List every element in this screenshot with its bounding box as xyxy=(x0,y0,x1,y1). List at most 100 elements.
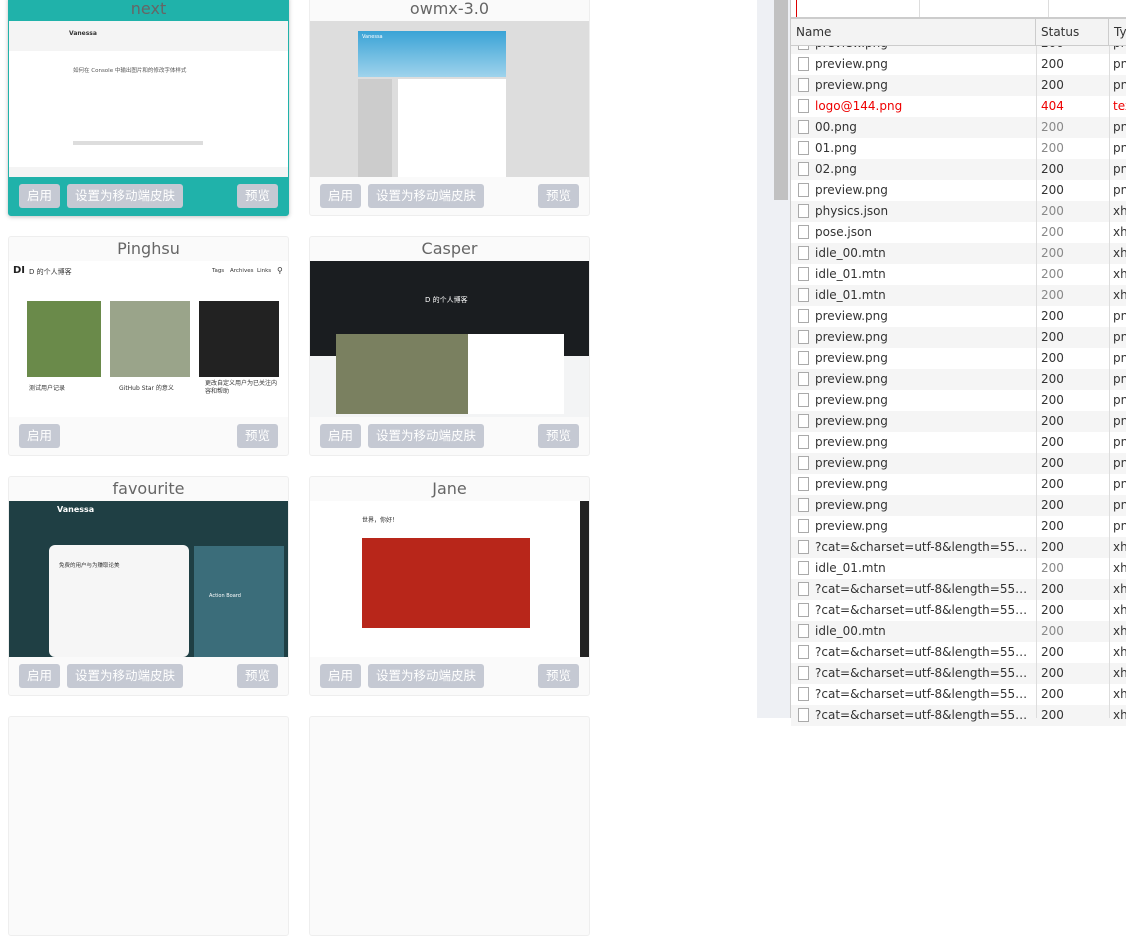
page-scrollbar-thumb[interactable] xyxy=(774,0,788,200)
theme-preview-image[interactable]: Vanessa 如何在 Console 中输出图片和的修改字体样式 xyxy=(9,21,288,177)
column-status[interactable]: Status xyxy=(1036,19,1109,45)
request-row[interactable]: ?cat=&charset=utf-8&length=55&enc... 200… xyxy=(791,537,1126,558)
request-status: 200 xyxy=(1041,141,1064,155)
request-row[interactable]: preview.png 200 png xyxy=(791,327,1126,348)
theme-preview-image[interactable]: Vanessa 免费的用户与为赚取论美 Action Board xyxy=(9,501,288,657)
theme-card xyxy=(8,716,289,936)
request-type: png xyxy=(1113,78,1126,92)
request-row[interactable]: 02.png 200 png xyxy=(791,159,1126,180)
request-status: 200 xyxy=(1041,330,1064,344)
enable-button[interactable]: 启用 xyxy=(320,424,362,448)
enable-button[interactable]: 启用 xyxy=(320,664,362,688)
request-row[interactable]: ?cat=&charset=utf-8&length=55&enc... 200… xyxy=(791,579,1126,600)
enable-button[interactable]: 启用 xyxy=(19,664,61,688)
request-row[interactable]: logo@144.png 404 text xyxy=(791,96,1126,117)
preview-button[interactable]: 预览 xyxy=(537,184,579,208)
request-row[interactable]: preview.png 200 png xyxy=(791,54,1126,75)
request-name: preview.png xyxy=(815,477,888,491)
preview-button[interactable]: 预览 xyxy=(236,184,278,208)
request-name: pose.json xyxy=(815,225,872,239)
request-row[interactable]: preview.png 200 png xyxy=(791,432,1126,453)
request-status: 200 xyxy=(1041,393,1064,407)
preview-button[interactable]: 预览 xyxy=(236,424,278,448)
file-icon xyxy=(798,540,809,554)
theme-preview-image[interactable]: D 的个人博客 xyxy=(310,261,589,417)
request-status: 200 xyxy=(1041,267,1064,281)
request-row[interactable]: preview.png 200 png xyxy=(791,411,1126,432)
request-row[interactable]: idle_01.mtn 200 xhr xyxy=(791,285,1126,306)
enable-button[interactable]: 启用 xyxy=(19,184,61,208)
request-status: 200 xyxy=(1041,162,1064,176)
request-row[interactable]: preview.png 200 png xyxy=(791,75,1126,96)
request-name: preview.png xyxy=(815,57,888,71)
request-type: png xyxy=(1113,414,1126,428)
request-row[interactable]: physics.json 200 xhr xyxy=(791,201,1126,222)
column-type[interactable]: Type xyxy=(1109,19,1126,45)
theme-preview-image[interactable]: Vanessa xyxy=(310,21,589,177)
file-icon xyxy=(798,477,809,491)
preview-blog-name: Vanessa xyxy=(362,34,383,40)
request-row[interactable]: ?cat=&charset=utf-8&length=55&enc... 200… xyxy=(791,600,1126,621)
request-row[interactable]: preview.png 200 png xyxy=(791,180,1126,201)
request-row[interactable]: preview.png 200 png xyxy=(791,495,1126,516)
request-row[interactable]: idle_01.mtn 200 xhr xyxy=(791,558,1126,579)
request-type: png xyxy=(1113,120,1126,134)
request-row[interactable]: pose.json 200 xhr xyxy=(791,222,1126,243)
request-name: idle_00.mtn xyxy=(815,246,886,260)
theme-card-owmx-3.0: owmx-3.0 Vanessa 启用 设置为移动端皮肤 预览 xyxy=(309,0,590,216)
request-name: 01.png xyxy=(815,141,857,155)
set-mobile-skin-button[interactable]: 设置为移动端皮肤 xyxy=(368,184,485,208)
request-row[interactable]: preview.png 200 png xyxy=(791,369,1126,390)
set-mobile-skin-button[interactable]: 设置为移动端皮肤 xyxy=(368,424,485,448)
theme-card-Jane: Jane 世界，你好！ 启用 设置为移动端皮肤 预览 xyxy=(309,476,590,696)
theme-card-Casper: Casper D 的个人博客 启用 设置为移动端皮肤 预览 xyxy=(309,236,590,456)
request-status: 200 xyxy=(1041,456,1064,470)
request-row[interactable]: idle_00.mtn 200 xhr xyxy=(791,621,1126,642)
request-type: xhr xyxy=(1113,267,1126,281)
request-type: xhr xyxy=(1113,582,1126,596)
request-row[interactable]: idle_01.mtn 200 xhr xyxy=(791,264,1126,285)
preview-post-title: 如何在 Console 中输出图片和的修改字体样式 xyxy=(73,68,187,74)
request-row[interactable]: 00.png 200 png xyxy=(791,117,1126,138)
set-mobile-skin-button[interactable]: 设置为移动端皮肤 xyxy=(67,184,184,208)
file-icon xyxy=(798,372,809,386)
preview-logo: DI xyxy=(13,265,26,276)
request-row[interactable]: preview.png 200 png xyxy=(791,390,1126,411)
column-name[interactable]: Name xyxy=(791,19,1036,45)
request-name: ?cat=&charset=utf-8&length=55&enc... xyxy=(815,603,1029,617)
request-row[interactable]: preview.png 200 png xyxy=(791,348,1126,369)
file-icon xyxy=(798,708,809,722)
request-row[interactable]: idle_00.mtn 200 xhr xyxy=(791,243,1126,264)
theme-preview-image[interactable]: DI D 的个人博客 Tags Archives Links ⚲ 测试用户记录 GitHub … xyxy=(9,261,288,417)
theme-preview-image[interactable]: 世界，你好！ xyxy=(310,501,589,657)
preview-nav-links: Links xyxy=(257,268,272,274)
request-row[interactable]: ?cat=&charset=utf-8&length=55&enc... 200… xyxy=(791,663,1126,684)
preview-blog-name: D 的个人博客 xyxy=(425,296,468,304)
file-icon xyxy=(798,57,809,71)
theme-name: owmx-3.0 xyxy=(409,0,490,18)
preview-button[interactable]: 预览 xyxy=(537,664,579,688)
enable-button[interactable]: 启用 xyxy=(320,184,362,208)
request-status: 200 xyxy=(1041,561,1064,575)
set-mobile-skin-button[interactable]: 设置为移动端皮肤 xyxy=(67,664,184,688)
request-row[interactable]: ?cat=&charset=utf-8&length=55&enc... 200… xyxy=(791,642,1126,663)
request-status: 200 xyxy=(1041,57,1064,71)
request-row[interactable]: preview.png 200 png xyxy=(791,453,1126,474)
preview-button[interactable]: 预览 xyxy=(537,424,579,448)
request-row[interactable]: preview.png 200 png xyxy=(791,306,1126,327)
theme-name: Pinghsu xyxy=(117,239,180,258)
preview-button[interactable]: 预览 xyxy=(236,664,278,688)
request-type: text xyxy=(1113,99,1126,113)
preview-post: GitHub Star 的意义 xyxy=(119,385,174,392)
request-status: 200 xyxy=(1041,645,1064,659)
request-row[interactable]: ?cat=&charset=utf-8&length=55&enc... 200… xyxy=(791,705,1126,726)
request-row[interactable]: preview.png 200 png xyxy=(791,474,1126,495)
set-mobile-skin-button[interactable]: 设置为移动端皮肤 xyxy=(368,664,485,688)
request-row[interactable]: preview.png 200 png xyxy=(791,516,1126,537)
request-row[interactable]: ?cat=&charset=utf-8&length=55&enc... 200… xyxy=(791,684,1126,705)
enable-button[interactable]: 启用 xyxy=(19,424,61,448)
request-type: xhr xyxy=(1113,204,1126,218)
request-row[interactable]: 01.png 200 png xyxy=(791,138,1126,159)
request-status: 200 xyxy=(1041,498,1064,512)
file-icon xyxy=(798,603,809,617)
